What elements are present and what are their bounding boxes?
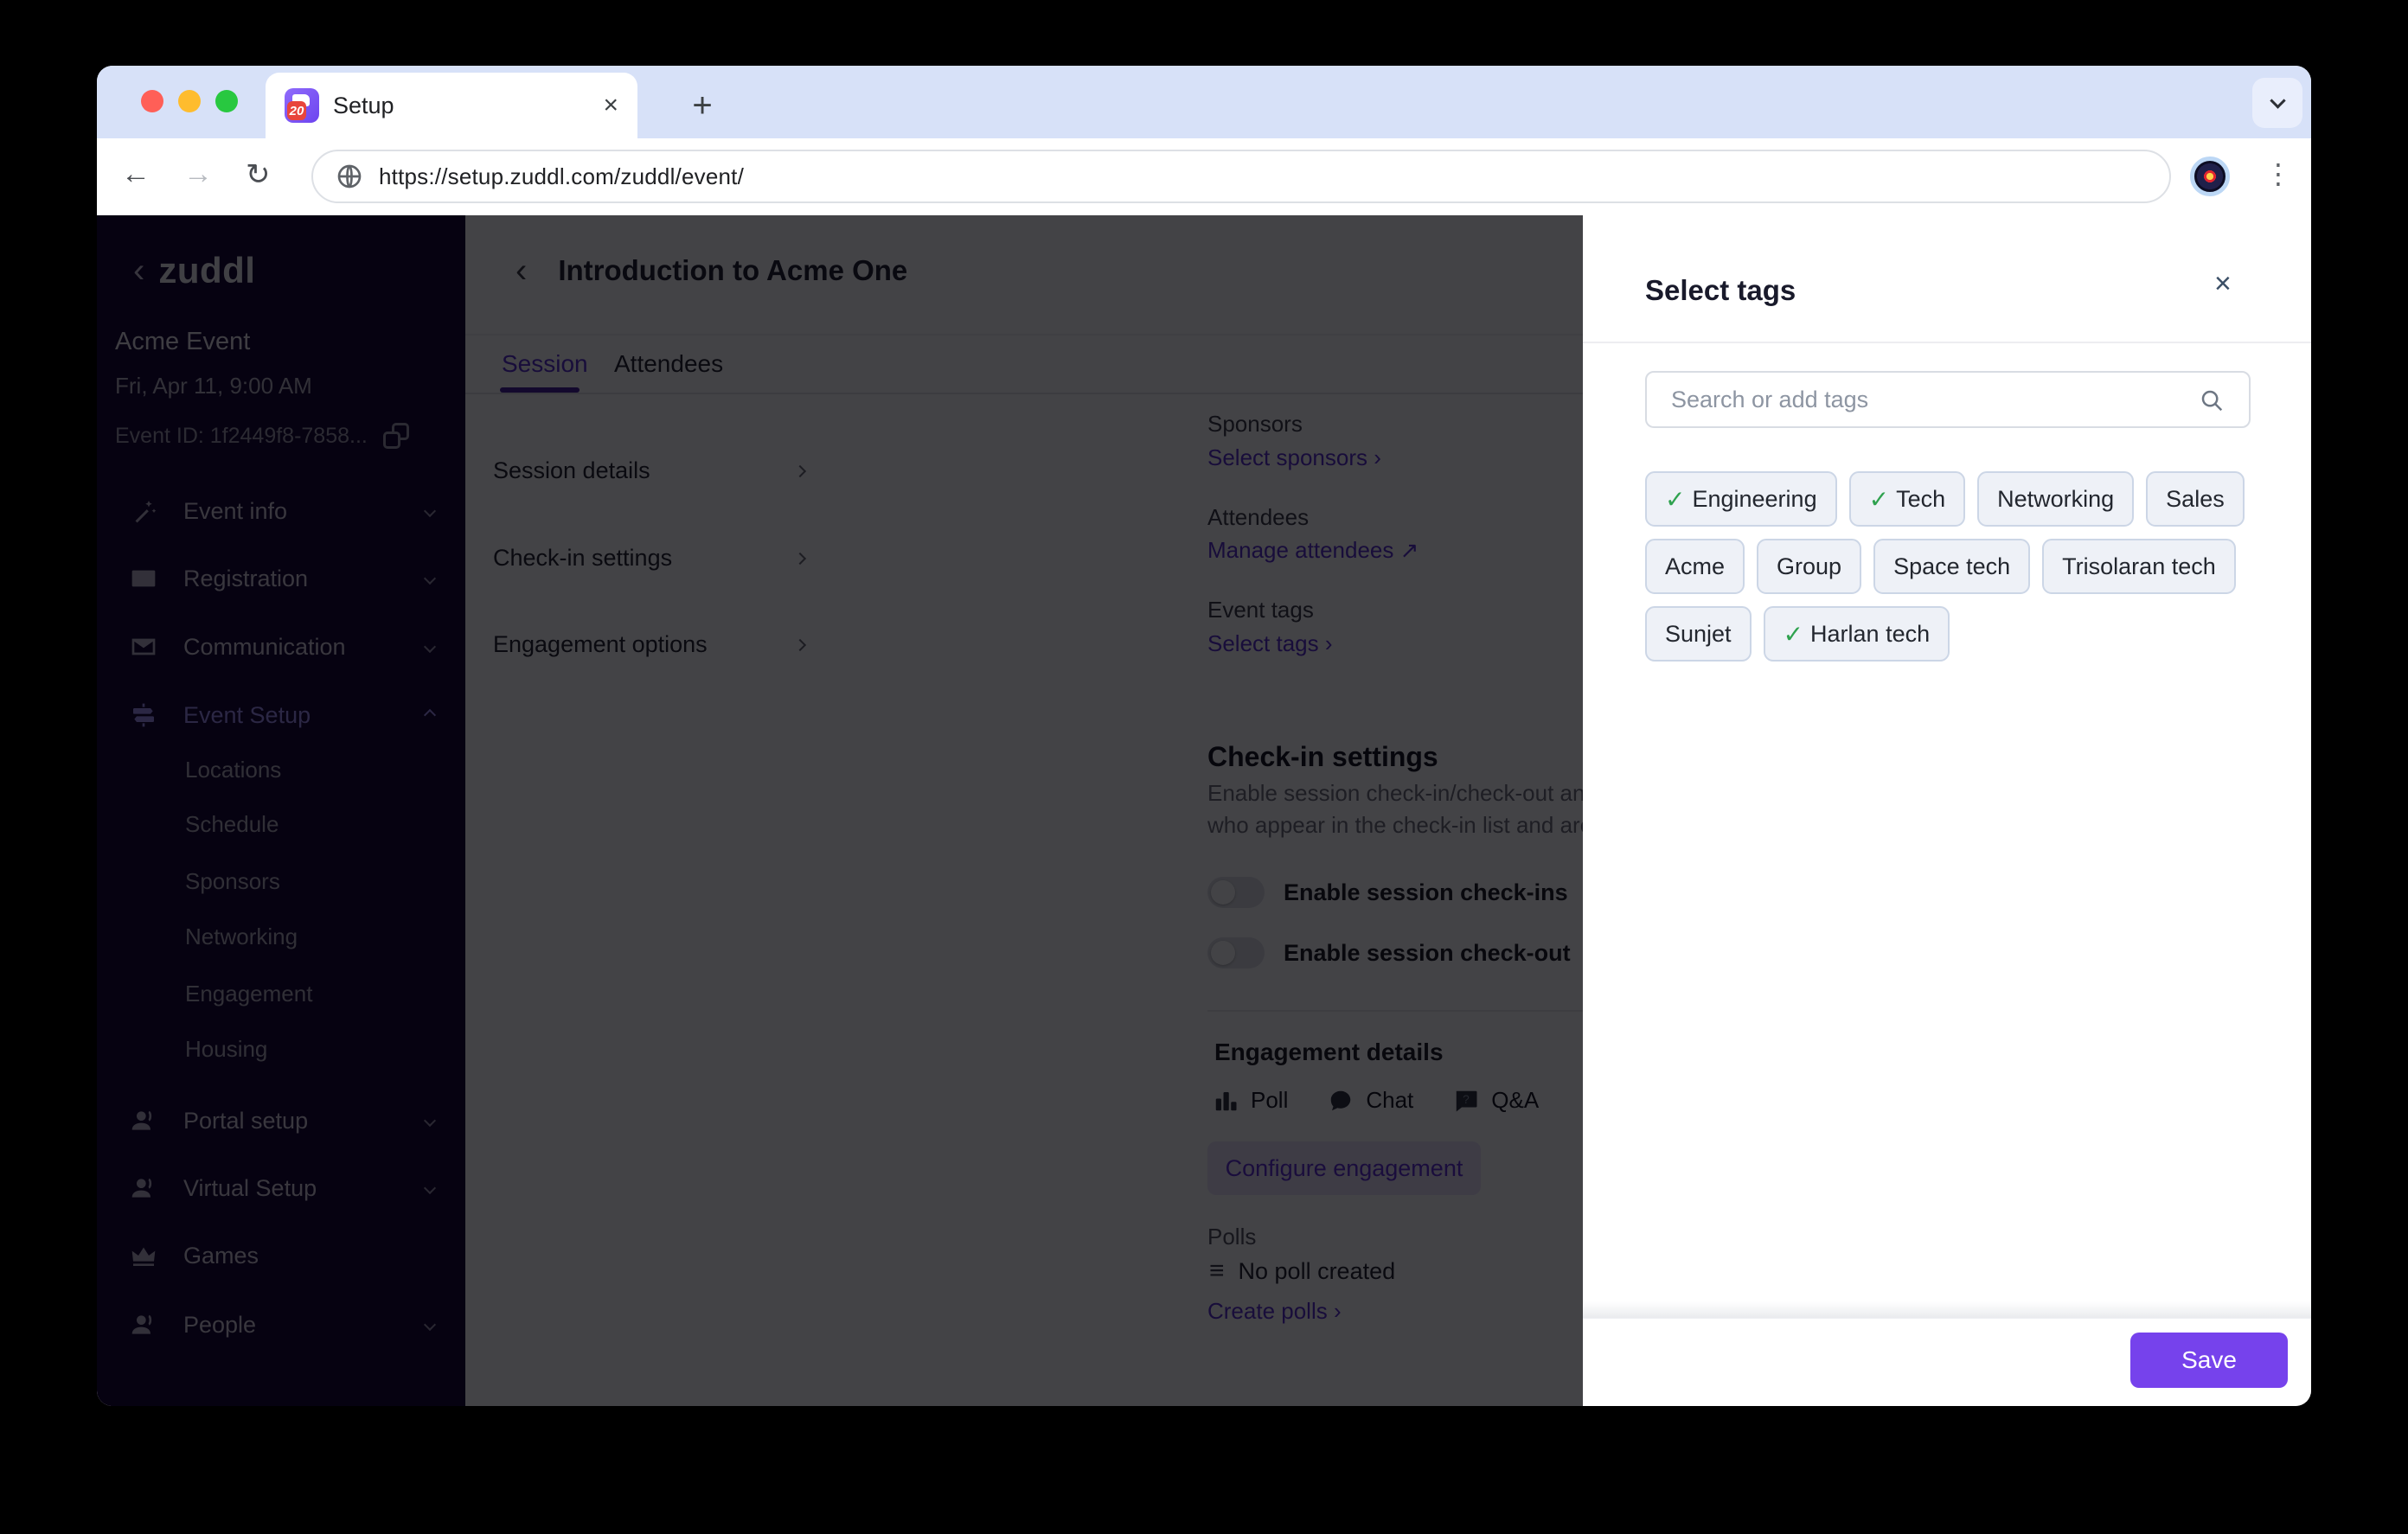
tag-label: Engineering (1692, 485, 1817, 512)
tag-label: Trisolaran tech (2062, 553, 2216, 579)
tag-chip-acme[interactable]: Acme (1645, 539, 1745, 594)
traffic-light-minimize[interactable] (178, 90, 201, 112)
tag-chip-space-tech[interactable]: Space tech (1873, 539, 2031, 594)
browser-tab-strip: 20 Setup × + (97, 66, 2311, 138)
traffic-light-zoom[interactable] (215, 90, 238, 112)
tag-label: Sales (2166, 485, 2225, 512)
zuddl-favicon: 20 (285, 88, 319, 123)
browser-toolbar: ← → ↻ https://setup.zuddl.com/zuddl/even… (97, 138, 2311, 215)
search-icon (2199, 387, 2225, 413)
address-bar[interactable]: https://setup.zuddl.com/zuddl/event/ (311, 150, 2171, 203)
check-icon: ✓ (1868, 485, 1890, 513)
tag-label: Acme (1665, 553, 1726, 579)
tag-label: Sunjet (1665, 620, 1732, 647)
select-tags-panel: Select tags × ✓Engineering✓TechNetworkin… (1583, 215, 2311, 1406)
close-icon[interactable]: × (2214, 269, 2232, 298)
tag-row: Sunjet ✓ Harlan tech (1645, 606, 2259, 662)
save-button[interactable]: Save (2130, 1333, 2288, 1388)
tab-close-icon[interactable]: × (603, 91, 618, 120)
tag-chip-tech[interactable]: ✓ Tech (1848, 471, 1966, 527)
tag-chip-engineering[interactable]: ✓ Engineering (1645, 471, 1837, 527)
chevron-down-icon (2269, 92, 2286, 109)
tag-label: Networking (1997, 485, 2115, 512)
traffic-light-close[interactable] (141, 90, 163, 112)
check-icon: ✓ (1783, 620, 1804, 648)
tag-search-input[interactable] (1645, 371, 2251, 428)
tab-title: Setup (333, 92, 394, 118)
url-text: https://setup.zuddl.com/zuddl/event/ (379, 163, 744, 189)
tag-row: ✓ Engineering ✓ Tech Networking Sales (1645, 471, 2259, 527)
tag-label: Group (1777, 553, 1842, 579)
globe-icon (336, 163, 363, 190)
tag-chip-list: ✓ Engineering ✓ Tech Networking Sales Acme Gro… (1645, 471, 2259, 662)
profile-avatar[interactable] (2190, 157, 2230, 196)
browser-window: 20 Setup × + ← → ↻ https://setup.zuddl.c… (97, 66, 2311, 1406)
tab-search-chevron-button[interactable] (2252, 78, 2302, 128)
forward-button[interactable]: → (183, 157, 213, 191)
tag-label: Space tech (1893, 553, 2011, 579)
panel-title: Select tags (1645, 274, 1796, 306)
panel-footer: Save (1583, 1301, 2311, 1406)
tag-chip-trisolaran-tech[interactable]: Trisolaran tech (2042, 539, 2236, 594)
tag-label: Harlan tech (1810, 620, 1931, 647)
tag-chip-group[interactable]: Group (1757, 539, 1862, 594)
tag-chip-sales[interactable]: Sales (2146, 471, 2245, 527)
check-icon: ✓ (1665, 485, 1686, 513)
tag-chip-harlan-tech[interactable]: ✓ Harlan tech (1763, 606, 1950, 662)
browser-menu-icon[interactable]: ⋮ (2264, 157, 2292, 190)
tag-chip-sunjet[interactable]: Sunjet (1645, 606, 1752, 662)
tag-chip-networking[interactable]: Networking (1977, 471, 2135, 527)
page-viewport: ‹ zuddl Acme Event Fri, Apr 11, 9:00 AM … (97, 215, 2311, 1406)
tag-label: Tech (1896, 485, 1946, 512)
back-button[interactable]: ← (121, 157, 150, 191)
tag-row: Acme Group Space tech Trisolaran tech (1645, 539, 2259, 594)
reload-button[interactable]: ↻ (246, 157, 271, 192)
new-tab-button[interactable]: + (678, 81, 727, 130)
browser-tab-setup[interactable]: 20 Setup × (266, 73, 637, 138)
panel-header-divider (1583, 342, 2311, 343)
